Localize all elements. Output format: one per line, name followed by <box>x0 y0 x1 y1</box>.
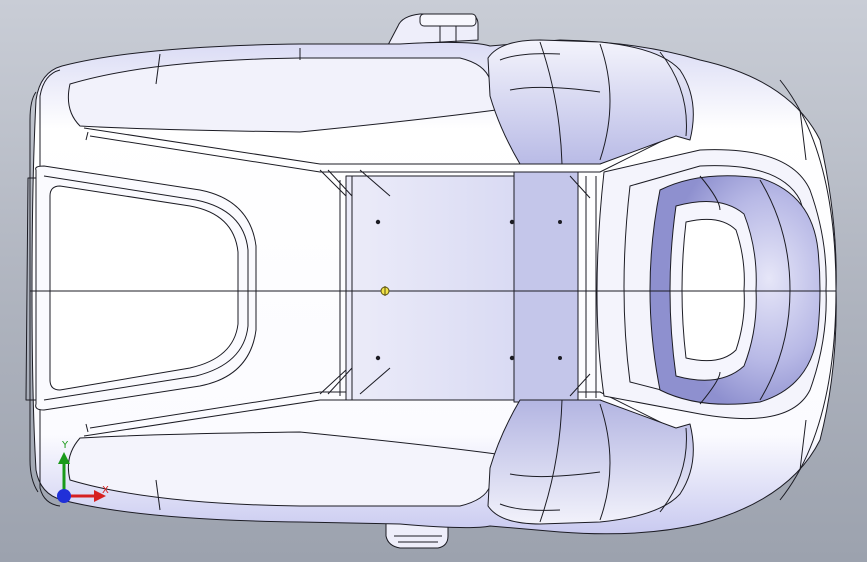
seat-cushion-panel <box>345 175 519 401</box>
seat-front-section <box>513 171 579 403</box>
x-axis-label: X <box>102 485 109 496</box>
back-panel <box>25 165 257 411</box>
coordinate-triad: X Y <box>44 440 124 520</box>
origin-marker <box>380 286 390 296</box>
seat-shell-model[interactable] <box>0 0 867 562</box>
top-mount-lug <box>387 13 479 46</box>
y-axis-label: Y <box>62 440 69 451</box>
graphics-viewport[interactable]: X Y <box>0 0 867 562</box>
